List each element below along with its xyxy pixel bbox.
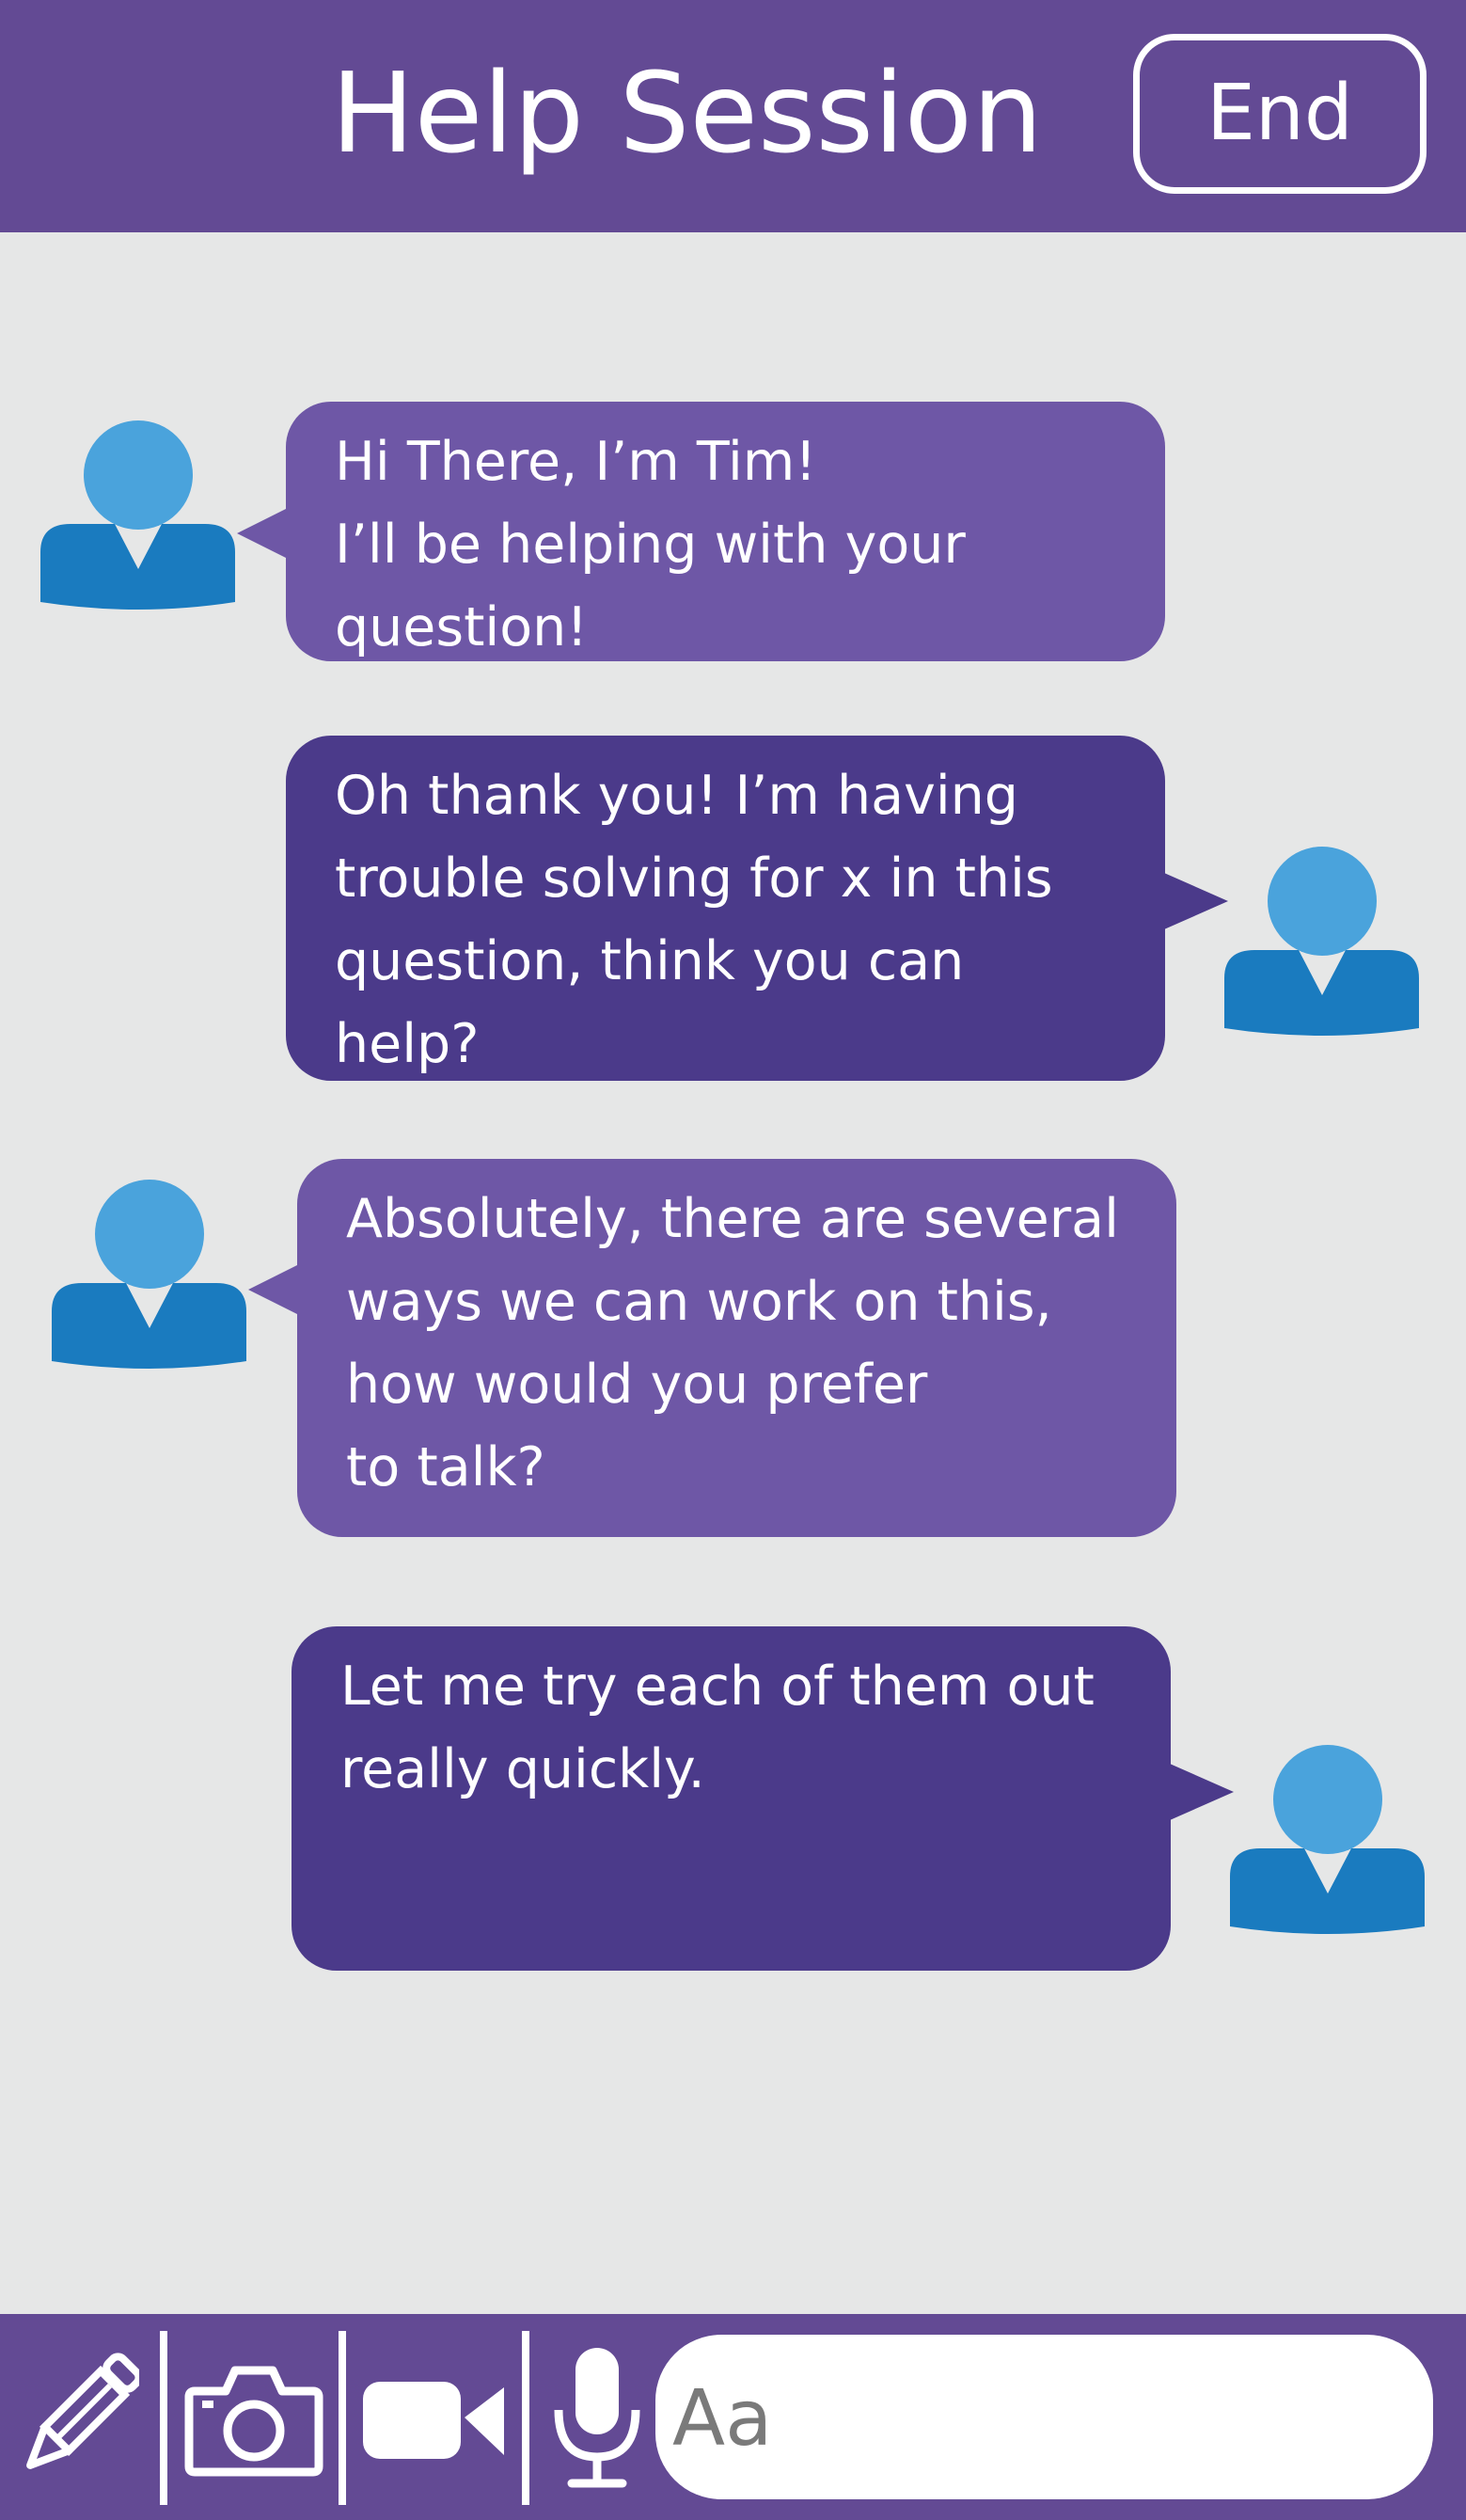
message-text: Oh thank you! I’m having trouble solving… [335, 765, 1053, 1075]
message-input-placeholder: Aa [672, 2374, 773, 2464]
page-title: Help Session [331, 48, 1043, 178]
message-input[interactable]: Aa [655, 2335, 1433, 2499]
bubble-tail [1164, 873, 1228, 929]
toolbar-divider [160, 2331, 167, 2505]
header-bar: Help Session End [0, 0, 1466, 232]
student-avatar-icon [1224, 847, 1419, 1036]
message-bubble-tutor: Absolutely, there are several ways we ca… [297, 1159, 1176, 1537]
tutor-avatar-icon [40, 420, 235, 610]
camera-icon[interactable] [183, 2342, 324, 2493]
message-bubble-student: Oh thank you! I’m having trouble solving… [286, 736, 1165, 1081]
toolbar-divider [522, 2331, 529, 2505]
tutor-avatar-icon [52, 1180, 246, 1369]
chat-area: Hi There, I’m Tim! I’ll be helping with … [0, 232, 1466, 2314]
bubble-tail [237, 505, 293, 562]
message-text: Hi There, I’m Tim! I’ll be helping with … [335, 431, 966, 658]
video-icon[interactable] [359, 2342, 510, 2493]
message-text: Absolutely, there are several ways we ca… [346, 1188, 1119, 1498]
student-avatar-icon [1230, 1745, 1425, 1934]
toolbar-divider [339, 2331, 346, 2505]
input-toolbar: Aa [0, 2314, 1466, 2520]
bubble-tail [1170, 1764, 1234, 1820]
message-bubble-student: Let me try each of them out really quick… [292, 1626, 1171, 1971]
message-text: Let me try each of them out really quick… [340, 1656, 1095, 1800]
microphone-icon[interactable] [545, 2342, 649, 2493]
message-bubble-tutor: Hi There, I’m Tim! I’ll be helping with … [286, 402, 1165, 661]
pencil-icon[interactable] [17, 2342, 139, 2493]
end-session-button[interactable]: End [1133, 34, 1427, 194]
bubble-tail [248, 1261, 305, 1318]
